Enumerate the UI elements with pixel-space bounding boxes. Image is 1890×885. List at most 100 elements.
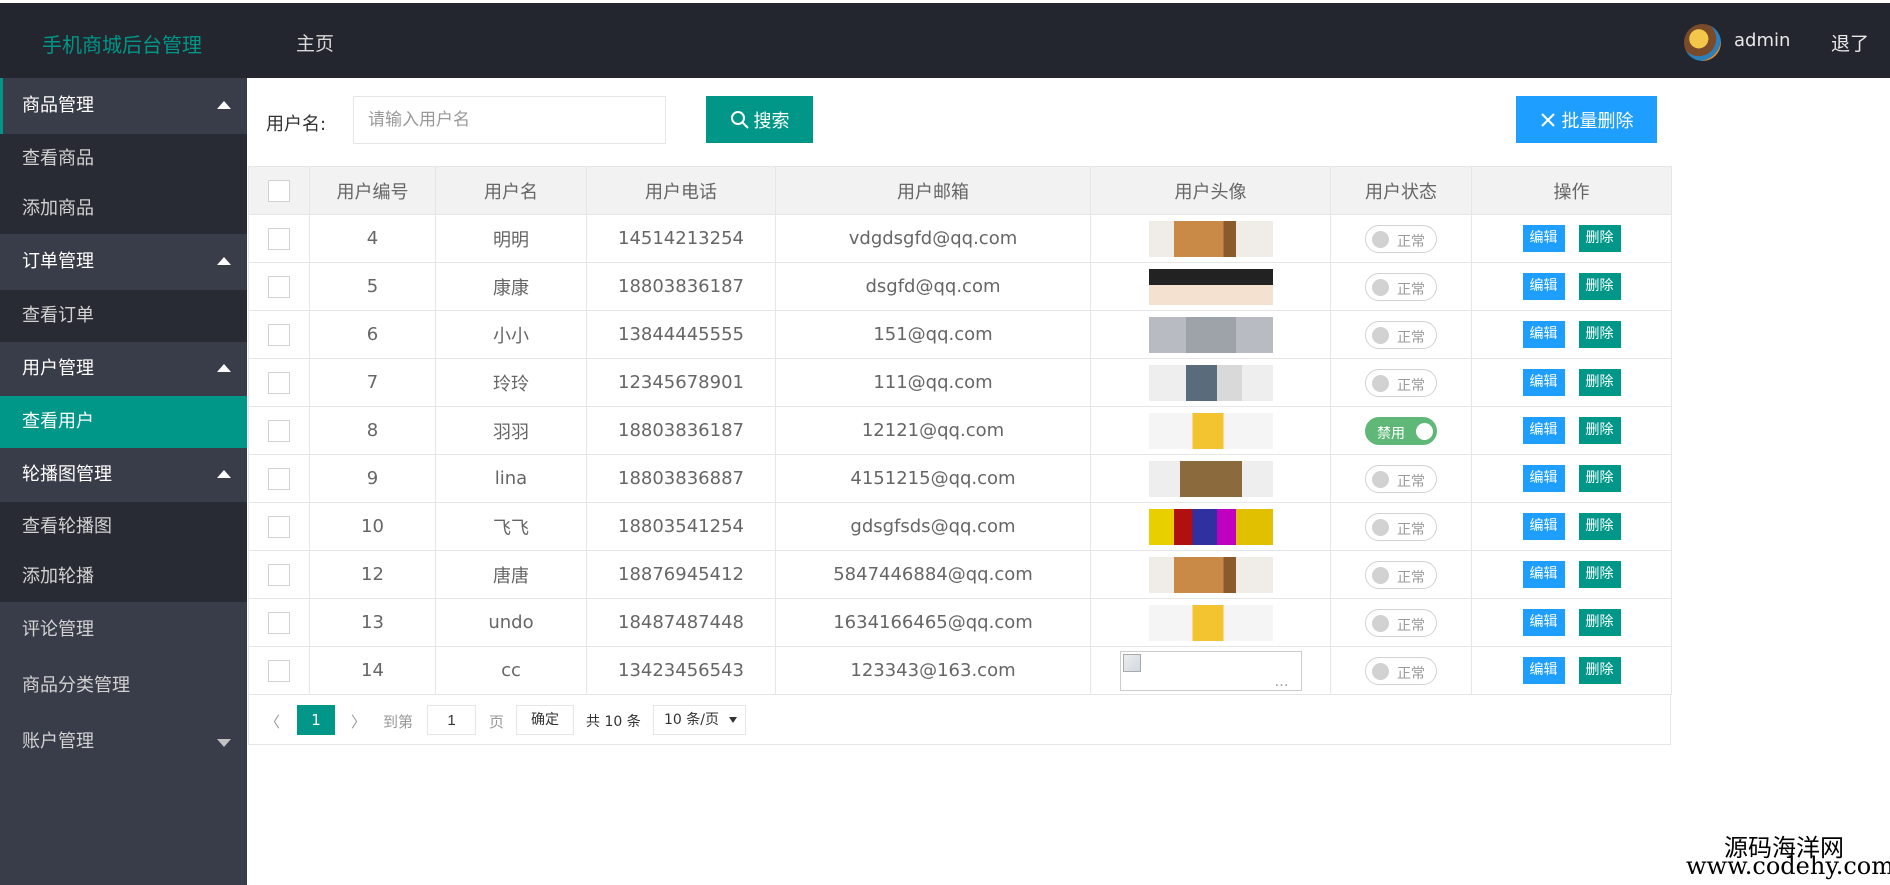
delete-button[interactable]: 删除 <box>1578 561 1621 588</box>
row-checkbox[interactable] <box>268 323 290 346</box>
status-toggle[interactable]: 正常 <box>1365 272 1437 301</box>
username-cell: 明明 <box>435 214 587 263</box>
row-checkbox[interactable] <box>268 467 290 490</box>
prev-page-icon[interactable]: 〈 <box>265 711 280 732</box>
actions-cell: 编辑 删除 <box>1471 550 1672 599</box>
avatar-cell <box>1090 310 1331 359</box>
sidebar-item-view-products[interactable]: 查看商品 <box>0 134 247 184</box>
avatar-cell: … <box>1090 646 1331 695</box>
bulk-delete-button[interactable]: 批量删除 <box>1516 96 1657 143</box>
user-id-cell: 7 <box>309 358 436 407</box>
page-number-current[interactable]: 1 <box>297 705 335 735</box>
edit-button[interactable]: 编辑 <box>1522 465 1565 492</box>
column-header[interactable]: 用户邮箱 <box>775 166 1091 215</box>
logout-link[interactable]: 退了 <box>1831 29 1869 56</box>
status-toggle[interactable]: 正常 <box>1365 368 1437 397</box>
delete-button[interactable]: 删除 <box>1578 465 1621 492</box>
edit-button[interactable]: 编辑 <box>1522 369 1565 396</box>
search-button[interactable]: 搜索 <box>706 96 813 143</box>
avatar-cell <box>1090 406 1331 455</box>
nav-home-link[interactable]: 主页 <box>296 29 334 56</box>
edit-button[interactable]: 编辑 <box>1522 657 1565 684</box>
status-cell: 正常 <box>1330 358 1472 407</box>
row-checkbox[interactable] <box>268 275 290 298</box>
avatar-cell <box>1090 550 1331 599</box>
status-toggle[interactable]: 正常 <box>1365 560 1437 589</box>
row-checkbox[interactable] <box>268 563 290 586</box>
status-toggle[interactable]: 禁用 <box>1365 416 1437 445</box>
delete-button[interactable]: 删除 <box>1578 273 1621 300</box>
row-checkbox[interactable] <box>268 515 290 538</box>
sidebar-item-view-users[interactable]: 查看用户 <box>0 396 247 448</box>
edit-button[interactable]: 编辑 <box>1522 417 1565 444</box>
status-toggle[interactable]: 正常 <box>1365 320 1437 349</box>
select-all-checkbox[interactable] <box>268 179 290 202</box>
sidebar-group-users[interactable]: 用户管理 <box>0 342 247 396</box>
toggle-knob <box>1372 470 1389 488</box>
sidebar-group-label: 商品管理 <box>22 95 94 116</box>
column-header[interactable]: 用户电话 <box>586 166 776 215</box>
goto-page-input[interactable] <box>427 705 476 735</box>
delete-button[interactable]: 删除 <box>1578 657 1621 684</box>
sidebar-item-add-carousel[interactable]: 添加轮播 <box>0 552 247 602</box>
sidebar-group-account[interactable]: 账户管理 <box>0 714 247 770</box>
delete-button[interactable]: 删除 <box>1578 369 1621 396</box>
column-header[interactable]: 用户状态 <box>1330 166 1472 215</box>
row-checkbox[interactable] <box>268 419 290 442</box>
delete-button[interactable]: 删除 <box>1578 225 1621 252</box>
delete-button[interactable]: 删除 <box>1578 417 1621 444</box>
avatar-image <box>1148 316 1273 353</box>
username-cell: 小小 <box>435 310 587 359</box>
column-header[interactable]: 用户名 <box>435 166 587 215</box>
status-toggle[interactable]: 正常 <box>1365 656 1437 685</box>
sidebar-group-carousel[interactable]: 轮播图管理 <box>0 448 247 502</box>
status-cell: 正常 <box>1330 454 1472 503</box>
user-avatar[interactable] <box>1684 24 1721 61</box>
app-logo[interactable]: 手机商城后台管理 <box>42 29 202 58</box>
next-page-icon[interactable]: 〉 <box>351 711 366 732</box>
delete-button[interactable]: 删除 <box>1578 513 1621 540</box>
table-row: 6 小小 13844445555 151@qq.com 正常 编辑 删除 <box>248 310 1672 359</box>
status-toggle[interactable]: 正常 <box>1365 464 1437 493</box>
row-checkbox[interactable] <box>268 227 290 250</box>
sidebar-submenu-users: 查看用户 <box>0 396 247 448</box>
sidebar-group-products[interactable]: 商品管理 <box>0 78 247 134</box>
edit-button[interactable]: 编辑 <box>1522 225 1565 252</box>
email-cell: 12121@qq.com <box>775 406 1091 455</box>
toggle-knob <box>1372 326 1389 344</box>
status-toggle[interactable]: 正常 <box>1365 224 1437 253</box>
page-size-select[interactable]: 10 条/页 <box>653 705 746 735</box>
edit-button[interactable]: 编辑 <box>1522 273 1565 300</box>
sidebar-group-orders[interactable]: 订单管理 <box>0 234 247 290</box>
status-toggle[interactable]: 正常 <box>1365 512 1437 541</box>
sidebar-submenu-orders: 查看订单 <box>0 290 247 342</box>
caret-up-icon <box>217 364 231 372</box>
avatar-cell <box>1090 598 1331 647</box>
column-header[interactable]: 用户头像 <box>1090 166 1331 215</box>
username-cell: lina <box>435 454 587 503</box>
sidebar-group-categories[interactable]: 商品分类管理 <box>0 658 247 714</box>
delete-button[interactable]: 删除 <box>1578 321 1621 348</box>
username-search-input[interactable] <box>353 96 666 144</box>
row-checkbox[interactable] <box>268 611 290 634</box>
column-header[interactable]: 用户编号 <box>309 166 436 215</box>
status-toggle[interactable]: 正常 <box>1365 608 1437 637</box>
user-id-cell: 8 <box>309 406 436 455</box>
edit-button[interactable]: 编辑 <box>1522 561 1565 588</box>
edit-button[interactable]: 编辑 <box>1522 609 1565 636</box>
table-row: 7 玲玲 12345678901 111@qq.com 正常 编辑 删除 <box>248 358 1672 407</box>
row-checkbox[interactable] <box>268 659 290 682</box>
username-label[interactable]: admin <box>1734 30 1790 51</box>
delete-button[interactable]: 删除 <box>1578 609 1621 636</box>
sidebar-item-view-carousel[interactable]: 查看轮播图 <box>0 502 247 552</box>
sidebar-group-comments[interactable]: 评论管理 <box>0 602 247 658</box>
edit-button[interactable]: 编辑 <box>1522 321 1565 348</box>
sidebar-item-view-orders[interactable]: 查看订单 <box>0 290 247 342</box>
column-header[interactable]: 操作 <box>1471 166 1672 215</box>
avatar-cell <box>1090 502 1331 551</box>
toggle-knob <box>1372 278 1389 296</box>
sidebar-item-add-product[interactable]: 添加商品 <box>0 184 247 234</box>
edit-button[interactable]: 编辑 <box>1522 513 1565 540</box>
row-checkbox[interactable] <box>268 371 290 394</box>
goto-confirm-button[interactable]: 确定 <box>516 705 574 735</box>
